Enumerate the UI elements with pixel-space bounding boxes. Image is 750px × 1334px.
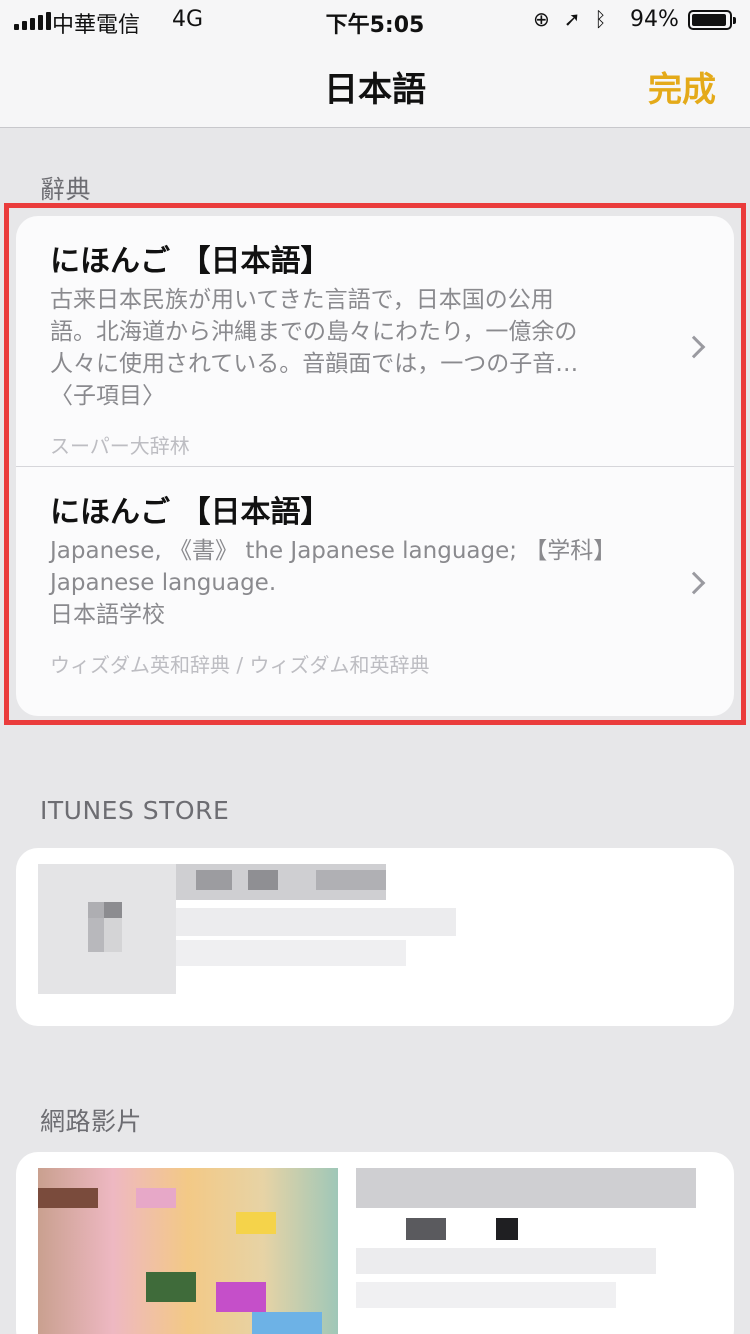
dictionary-card: にほんご 【日本語】 古来日本民族が用いてきた言語で，日本国の公用 語。北海道か…: [16, 216, 734, 716]
orientation-lock-icon: ⊕: [533, 7, 550, 31]
dictionary-entry[interactable]: にほんご 【日本語】 Japanese, 《書》 the Japanese la…: [16, 466, 734, 700]
entry-definition: 古来日本民族が用いてきた言語で，日本国の公用 語。北海道から沖縄までの島々にわた…: [50, 287, 579, 409]
entry-source: ウィズダム英和辞典 / ウィズダム和英辞典: [50, 653, 430, 677]
battery-icon: [688, 10, 736, 30]
entry-source: スーパー大辞林: [50, 434, 190, 458]
status-icons: ⊕ ➚ ᛒ: [533, 7, 607, 31]
blurred-video-title: [356, 1168, 696, 1208]
entry-headword: にほんご 【日本語】: [50, 244, 331, 279]
video-result-card[interactable]: [16, 1152, 734, 1334]
page-title: 日本語: [324, 70, 426, 110]
entry-definition: Japanese, 《書》 the Japanese language; 【学科…: [50, 538, 617, 628]
section-header-dictionary: 辭典: [40, 175, 92, 204]
status-bar: 中華電信 4G 下午5:05 ⊕ ➚ ᛒ 94%: [0, 0, 750, 40]
location-icon: ➚: [563, 7, 581, 31]
section-header-videos: 網路影片: [40, 1107, 143, 1136]
entry-headword: にほんご 【日本語】: [50, 495, 331, 530]
dictionary-entry[interactable]: にほんご 【日本語】 古来日本民族が用いてきた言語で，日本国の公用 語。北海道か…: [16, 216, 734, 466]
chevron-right-icon: [682, 571, 706, 595]
itunes-result-card[interactable]: [16, 848, 734, 1026]
done-button[interactable]: 完成: [648, 62, 716, 111]
chevron-right-icon: [682, 335, 706, 359]
navigation-bar: 日本語 完成: [0, 40, 750, 128]
blurred-subtitle: [176, 908, 456, 936]
bluetooth-icon: ᛒ: [594, 7, 607, 31]
section-header-itunes: ITUNES STORE: [40, 796, 230, 825]
battery-percent: 94%: [630, 7, 679, 32]
